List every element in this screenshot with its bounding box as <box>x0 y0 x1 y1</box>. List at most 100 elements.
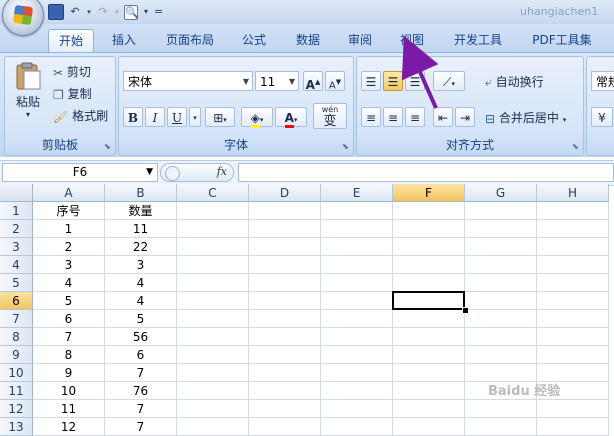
merge-center-button[interactable]: ⊟ 合并后居中 ▾ <box>485 109 566 126</box>
tab-formulas[interactable]: 公式 <box>234 29 274 51</box>
cell-a12[interactable]: 11 <box>33 400 105 418</box>
font-name-combo[interactable]: 宋体 ▼ <box>123 71 253 91</box>
cell-h7[interactable] <box>537 310 609 328</box>
cell-c13[interactable] <box>177 418 249 436</box>
font-color-button[interactable]: A▾ <box>275 107 307 128</box>
align-center-button[interactable]: ≡ <box>383 107 403 127</box>
tab-developer[interactable]: 开发工具 <box>446 29 510 51</box>
cell-h5[interactable] <box>537 274 609 292</box>
cell-g7[interactable] <box>465 310 537 328</box>
cell-a8[interactable]: 7 <box>33 328 105 346</box>
cell-c8[interactable] <box>177 328 249 346</box>
cell-h9[interactable] <box>537 346 609 364</box>
cell-f1[interactable] <box>393 202 465 220</box>
cell-f3[interactable] <box>393 238 465 256</box>
row-header[interactable]: 10 <box>0 364 33 382</box>
cell-d11[interactable] <box>249 382 321 400</box>
cell-e5[interactable] <box>321 274 393 292</box>
cell-f2[interactable] <box>393 220 465 238</box>
cell-a5[interactable]: 4 <box>33 274 105 292</box>
cell-b11[interactable]: 76 <box>105 382 177 400</box>
cell-g6[interactable] <box>465 292 537 310</box>
cell-d2[interactable] <box>249 220 321 238</box>
row-header[interactable]: 11 <box>0 382 33 400</box>
shrink-font-button[interactable]: A▼ <box>325 71 345 91</box>
row-header[interactable]: 1 <box>0 202 33 220</box>
cell-e10[interactable] <box>321 364 393 382</box>
cell-b8[interactable]: 56 <box>105 328 177 346</box>
cell-d7[interactable] <box>249 310 321 328</box>
cell-g13[interactable] <box>465 418 537 436</box>
save-icon[interactable] <box>48 4 64 20</box>
align-right-button[interactable]: ≡ <box>405 107 425 127</box>
cell-a3[interactable]: 2 <box>33 238 105 256</box>
cell-c10[interactable] <box>177 364 249 382</box>
cell-e2[interactable] <box>321 220 393 238</box>
grow-font-button[interactable]: A▲ <box>303 71 323 92</box>
column-header-c[interactable]: C <box>177 184 249 202</box>
cell-c9[interactable] <box>177 346 249 364</box>
cell-h6[interactable] <box>537 292 609 310</box>
cell-d8[interactable] <box>249 328 321 346</box>
cell-d13[interactable] <box>249 418 321 436</box>
paste-button[interactable]: 粘贴 ▾ <box>11 61 45 123</box>
cell-g3[interactable] <box>465 238 537 256</box>
cell-d12[interactable] <box>249 400 321 418</box>
column-header-b[interactable]: B <box>105 184 177 202</box>
font-size-dropdown-icon[interactable]: ▼ <box>289 72 295 92</box>
cell-c6[interactable] <box>177 292 249 310</box>
tab-pdf-tools[interactable]: PDF工具集 <box>524 29 600 51</box>
column-header-f[interactable]: F <box>393 184 465 202</box>
cell-c12[interactable] <box>177 400 249 418</box>
cell-c11[interactable] <box>177 382 249 400</box>
row-header[interactable]: 9 <box>0 346 33 364</box>
row-header[interactable]: 8 <box>0 328 33 346</box>
cell-f5[interactable] <box>393 274 465 292</box>
name-box[interactable]: F6 ▼ <box>2 163 158 182</box>
cell-f12[interactable] <box>393 400 465 418</box>
expand-handle-icon[interactable] <box>165 166 180 181</box>
cell-a1[interactable]: 序号 <box>33 202 105 220</box>
cell-g8[interactable] <box>465 328 537 346</box>
italic-button[interactable]: I <box>145 107 165 127</box>
cell-h12[interactable] <box>537 400 609 418</box>
cell-c3[interactable] <box>177 238 249 256</box>
cell-e11[interactable] <box>321 382 393 400</box>
row-header[interactable]: 3 <box>0 238 33 256</box>
redo-icon[interactable]: ↷ <box>96 5 110 19</box>
cell-a6[interactable]: 5 <box>33 292 105 310</box>
number-format-combo[interactable]: 常规 <box>591 71 614 91</box>
borders-button[interactable]: ⊞▾ <box>205 107 235 127</box>
cell-b2[interactable]: 11 <box>105 220 177 238</box>
cell-e9[interactable] <box>321 346 393 364</box>
cell-f8[interactable] <box>393 328 465 346</box>
accounting-format-button[interactable]: ¥ <box>591 107 613 127</box>
tab-home[interactable]: 开始 <box>48 29 94 52</box>
row-header[interactable]: 7 <box>0 310 33 328</box>
formula-input[interactable] <box>238 163 614 182</box>
cell-a10[interactable]: 9 <box>33 364 105 382</box>
cell-e8[interactable] <box>321 328 393 346</box>
wrap-text-button[interactable]: ⤶ 自动换行 <box>485 73 544 90</box>
cell-f13[interactable] <box>393 418 465 436</box>
tab-page-layout[interactable]: 页面布局 <box>160 29 220 51</box>
cell-g5[interactable] <box>465 274 537 292</box>
row-header[interactable]: 4 <box>0 256 33 274</box>
font-size-combo[interactable]: 11 ▼ <box>255 71 299 91</box>
underline-button[interactable]: U <box>167 107 187 127</box>
cell-b1[interactable]: 数量 <box>105 202 177 220</box>
cell-a13[interactable]: 12 <box>33 418 105 436</box>
cell-b5[interactable]: 4 <box>105 274 177 292</box>
cell-c1[interactable] <box>177 202 249 220</box>
fill-handle[interactable] <box>462 307 469 314</box>
customize-qat-icon[interactable]: ▾ <box>142 5 150 19</box>
font-name-dropdown-icon[interactable]: ▼ <box>243 72 249 92</box>
row-header[interactable]: 13 <box>0 418 33 436</box>
cell-d1[interactable] <box>249 202 321 220</box>
row-header[interactable]: 2 <box>0 220 33 238</box>
name-box-dropdown-icon[interactable]: ▼ <box>146 164 153 181</box>
cell-d5[interactable] <box>249 274 321 292</box>
column-header-h[interactable]: H <box>537 184 609 202</box>
cell-d6[interactable] <box>249 292 321 310</box>
cell-e7[interactable] <box>321 310 393 328</box>
